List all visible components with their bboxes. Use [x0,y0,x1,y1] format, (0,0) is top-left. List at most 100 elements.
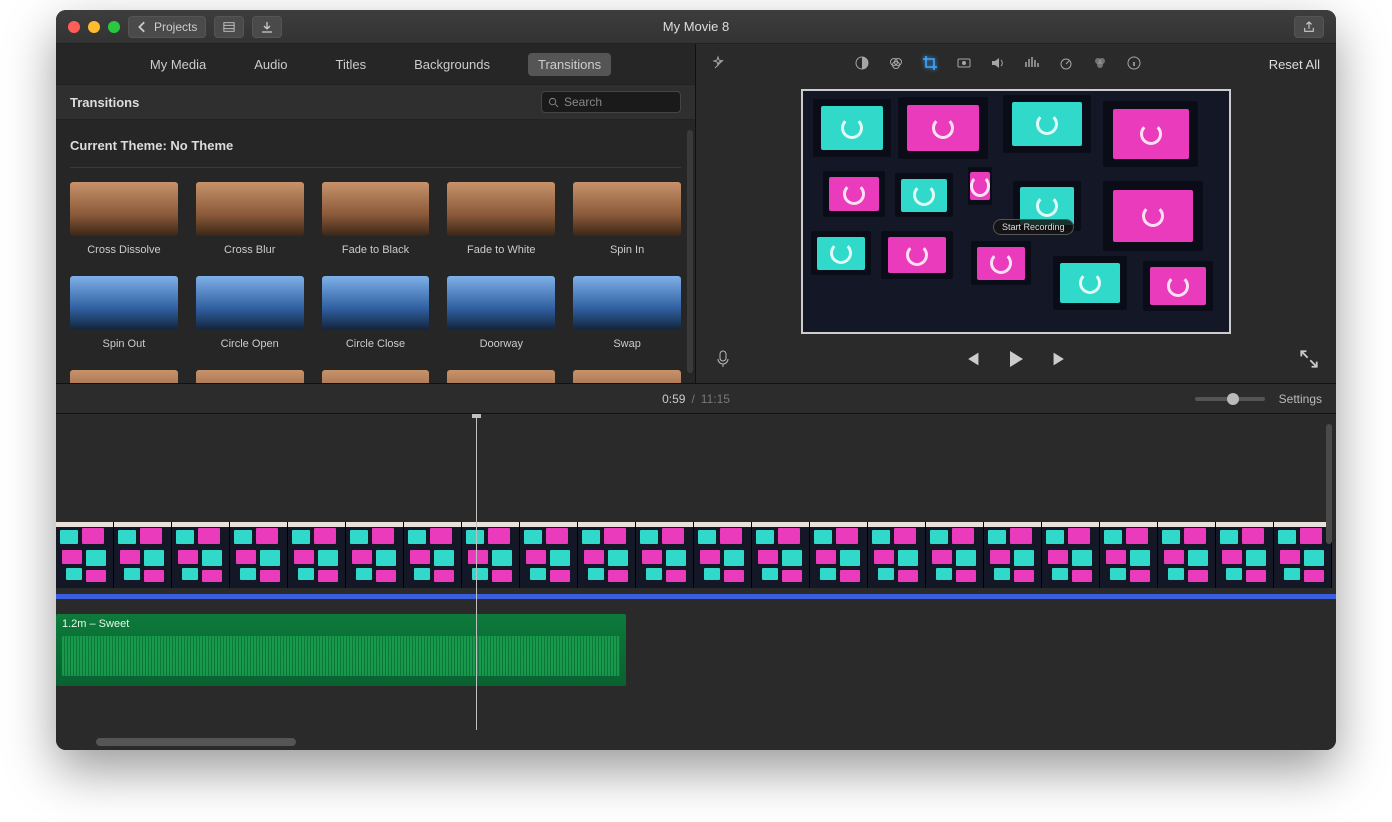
transition-tile[interactable] [573,370,681,383]
library-tab-transitions[interactable]: Transitions [528,53,611,76]
transition-spin-in[interactable]: Spin In [573,182,681,256]
record-voiceover-button[interactable] [714,350,732,373]
transition-tile[interactable] [196,370,304,383]
projects-label: Projects [154,20,197,34]
timeline-frame[interactable] [1216,522,1274,588]
timeline-frame[interactable] [520,522,578,588]
fullscreen-button[interactable] [1300,350,1318,373]
current-time: 0:59 [662,392,685,406]
projects-back-button[interactable]: Projects [128,16,206,38]
maximize-window-button[interactable] [108,21,120,33]
transition-circle-open[interactable]: Circle Open [196,276,304,350]
search-input[interactable]: Search [541,91,681,113]
transition-caption: Circle Close [346,338,405,350]
stabilize-button[interactable] [956,55,972,74]
transition-cross-dissolve[interactable]: Cross Dissolve [70,182,178,256]
volume-button[interactable] [990,55,1006,74]
video-track[interactable] [56,522,1336,594]
timeline-frame[interactable] [694,522,752,588]
transition-caption: Circle Open [221,338,279,350]
import-button[interactable] [252,16,282,38]
preview-viewer[interactable]: Start Recording [801,89,1231,334]
transition-caption: Fade to White [467,244,535,256]
info-icon [1126,55,1142,71]
playhead[interactable] [476,414,477,730]
timeline-frame[interactable] [346,522,404,588]
crop-button[interactable] [922,55,938,74]
timeline-frame[interactable] [56,522,114,588]
timeline[interactable]: 1.2m – Sweet [56,414,1336,750]
speed-icon [1058,55,1074,71]
transition-swap[interactable]: Swap [573,276,681,350]
color-balance-icon [854,55,870,71]
transition-caption: Fade to Black [342,244,409,256]
library-tab-audio[interactable]: Audio [244,53,297,76]
library-tab-my-media[interactable]: My Media [140,53,216,76]
timeline-frame[interactable] [810,522,868,588]
timeline-frame[interactable] [636,522,694,588]
video-track-bar [56,594,1336,599]
transition-caption: Spin Out [102,338,145,350]
search-icon [548,97,559,108]
library-list-button[interactable] [214,16,244,38]
transition-circle-close[interactable]: Circle Close [322,276,430,350]
timeline-frame[interactable] [1100,522,1158,588]
transition-thumbnail [447,276,555,330]
prev-button[interactable] [963,350,981,373]
timeline-frame[interactable] [1274,522,1332,588]
timeline-header: 0:59 / 11:15 Settings [56,384,1336,414]
info-button[interactable] [1126,55,1142,74]
transition-thumbnail [573,182,681,236]
transition-tile[interactable] [447,370,555,383]
timeline-frame[interactable] [578,522,636,588]
zoom-slider[interactable] [1195,397,1265,401]
preview-tv [968,167,992,205]
library-tab-backgrounds[interactable]: Backgrounds [404,53,500,76]
preview-tv [823,171,885,217]
transition-tile[interactable] [322,370,430,383]
timeline-vscroll[interactable] [1326,424,1332,544]
color-balance-button[interactable] [854,55,870,74]
timeline-hscroll[interactable] [96,738,296,746]
close-window-button[interactable] [68,21,80,33]
timeline-frame[interactable] [1158,522,1216,588]
minimize-window-button[interactable] [88,21,100,33]
preview-tv [1103,181,1203,251]
browser-header: Transitions Search [56,84,695,120]
transition-spin-out[interactable]: Spin Out [70,276,178,350]
timeline-frame[interactable] [984,522,1042,588]
timeline-frame[interactable] [230,522,288,588]
audio-clip[interactable]: 1.2m – Sweet [56,614,626,686]
preview-tv [895,173,953,217]
reset-all-button[interactable]: Reset All [1269,57,1320,72]
share-button[interactable] [1294,16,1324,38]
timeline-frame[interactable] [1042,522,1100,588]
speed-button[interactable] [1058,55,1074,74]
timeline-frame[interactable] [462,522,520,588]
transition-fade-to-white[interactable]: Fade to White [447,182,555,256]
transition-cross-blur[interactable]: Cross Blur [196,182,304,256]
transition-doorway[interactable]: Doorway [447,276,555,350]
transition-tile[interactable] [70,370,178,383]
timeline-frame[interactable] [868,522,926,588]
play-button[interactable] [1007,350,1025,373]
timeline-frame[interactable] [172,522,230,588]
filter-button[interactable] [1092,55,1108,74]
preview-tv [898,97,988,159]
noise-reduce-button[interactable] [1024,55,1040,74]
timeline-frame[interactable] [404,522,462,588]
timeline-settings-button[interactable]: Settings [1279,392,1322,406]
timeline-frame[interactable] [288,522,346,588]
browser-scrollbar[interactable] [687,130,693,373]
library-tab-titles[interactable]: Titles [326,53,377,76]
transition-fade-to-black[interactable]: Fade to Black [322,182,430,256]
volume-icon [990,55,1006,71]
next-button[interactable] [1051,350,1069,373]
timeline-frame[interactable] [926,522,984,588]
color-correct-button[interactable] [888,55,904,74]
timeline-frame[interactable] [752,522,810,588]
inspector-toolbar: Reset All [696,44,1336,84]
timeline-frame[interactable] [114,522,172,588]
magic-wand-button[interactable] [712,55,728,74]
preview-tv [1143,261,1213,311]
